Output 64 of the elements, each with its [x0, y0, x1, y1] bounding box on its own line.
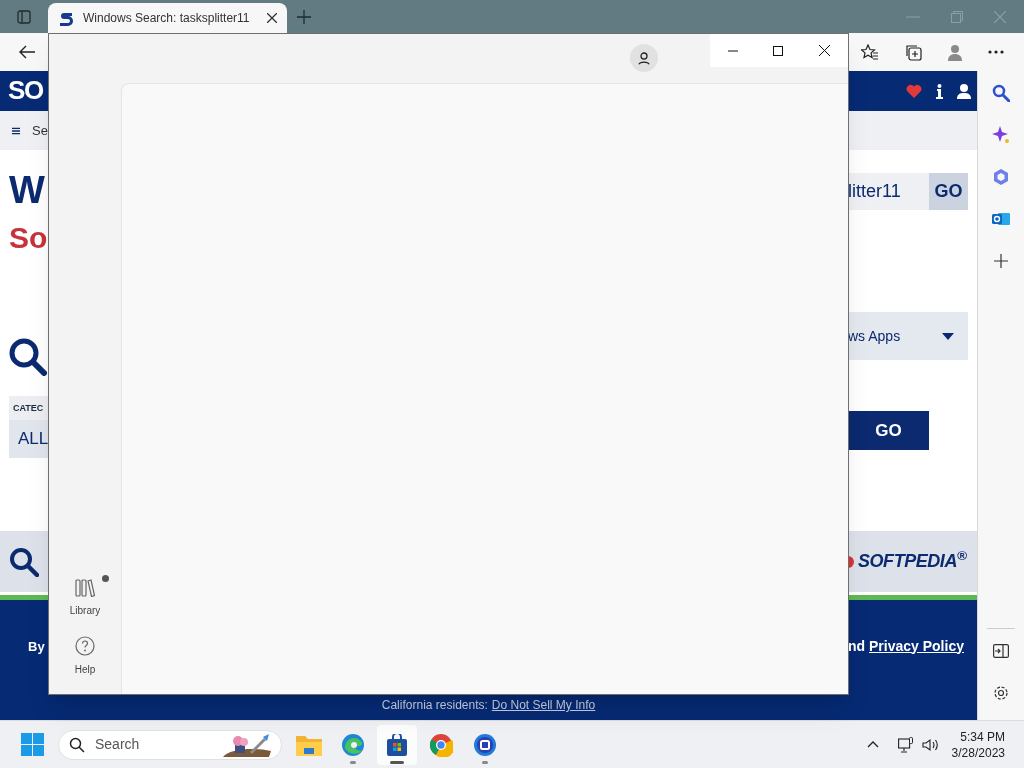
folder-icon: [296, 733, 322, 756]
search-field[interactable]: litter11: [848, 173, 929, 210]
nav-item[interactable]: Help: [55, 632, 115, 677]
start-icon[interactable]: [21, 733, 44, 756]
shopping-bag-icon: [386, 733, 408, 756]
category-label: CATEC: [12, 402, 45, 415]
browser-tab[interactable]: Windows Search: tasksplitter11: [48, 3, 287, 33]
settings-icon[interactable]: [993, 685, 1009, 701]
close-icon[interactable]: [267, 13, 277, 23]
user-icon[interactable]: [957, 83, 971, 99]
caret-icon: [942, 332, 954, 340]
sparkle-icon[interactable]: [992, 126, 1010, 144]
site-logo[interactable]: SO: [8, 76, 43, 105]
privacy-policy-link[interactable]: Privacy Policy: [869, 637, 964, 654]
nav-item[interactable]: Library: [55, 575, 115, 618]
add-icon[interactable]: [994, 254, 1008, 268]
outlook-icon[interactable]: [992, 210, 1010, 228]
search-icon[interactable]: [9, 546, 39, 577]
sidebar-toggle-icon[interactable]: [993, 644, 1009, 658]
profile-icon[interactable]: [947, 43, 963, 61]
volume-icon[interactable]: [921, 737, 939, 752]
go-button[interactable]: GO: [848, 411, 929, 450]
site-icon: [58, 10, 74, 26]
tab-actions-icon[interactable]: [17, 9, 31, 24]
category-dropdown[interactable]: ALL: [9, 420, 48, 458]
flower-pot-drawing: [221, 732, 273, 757]
taskbar-search[interactable]: Search: [58, 729, 282, 760]
minimize-icon[interactable]: [727, 49, 738, 52]
do-not-sell-link[interactable]: Do Not Sell My Info: [491, 696, 596, 714]
menu-icon[interactable]: [12, 125, 21, 136]
books-icon: [75, 579, 95, 597]
page-heading: W: [9, 170, 46, 210]
search-icon: [69, 736, 85, 753]
footer-text: By: [28, 639, 45, 654]
footer-text: nd: [848, 637, 866, 654]
go-button[interactable]: GO: [929, 173, 968, 210]
chrome-icon: [429, 732, 453, 757]
footer-logo[interactable]: SOFTPEDIA$^{®}$: [858, 548, 967, 575]
info-icon[interactable]: [936, 83, 943, 99]
account-button[interactable]: [630, 44, 658, 72]
clock-time[interactable]: 5:34 PM: [960, 728, 1005, 745]
browser-icon: [341, 732, 365, 757]
page-subheading: So: [9, 220, 48, 256]
app-icon: [473, 732, 497, 757]
close-icon[interactable]: [819, 45, 831, 56]
back-icon[interactable]: [18, 44, 36, 60]
new-tab-icon[interactable]: [297, 9, 311, 24]
help-icon: [75, 636, 95, 656]
collections-icon[interactable]: [904, 43, 922, 61]
network-icon[interactable]: [897, 736, 914, 753]
maximize-icon[interactable]: [773, 45, 784, 56]
menu-label[interactable]: Se: [32, 120, 48, 141]
search-icon[interactable]: [9, 338, 47, 376]
heart-icon[interactable]: [906, 84, 922, 98]
footer-text: California residents:: [381, 697, 488, 714]
favorites-icon[interactable]: [861, 43, 879, 61]
person-icon: [638, 51, 650, 65]
office-icon[interactable]: [992, 168, 1010, 186]
more-icon[interactable]: [988, 50, 1004, 54]
taskbar-app[interactable]: [377, 724, 417, 765]
clock-date[interactable]: 3/28/2023: [951, 744, 1005, 761]
chevron-up-icon[interactable]: [866, 741, 879, 748]
platform-dropdown[interactable]: ws Apps: [848, 312, 968, 360]
search-icon[interactable]: [992, 84, 1010, 102]
